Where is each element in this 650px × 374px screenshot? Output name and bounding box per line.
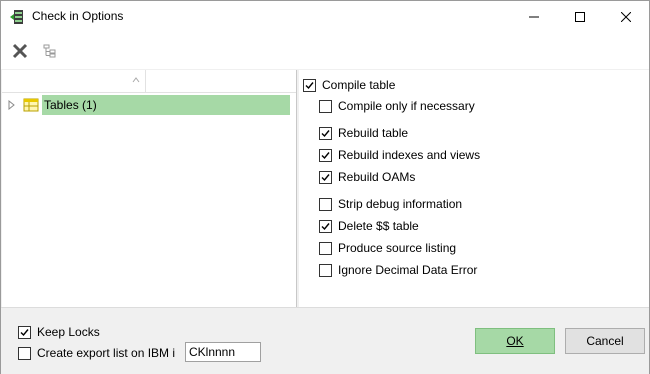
rebuild-table-checkbox[interactable] — [319, 126, 332, 140]
checkmark-icon — [321, 151, 330, 159]
compile-table-label: Compile table — [322, 78, 396, 92]
toolbar — [1, 33, 649, 69]
rebuild-table-label: Rebuild table — [338, 126, 409, 140]
rebuild-table-option[interactable]: Rebuild table — [319, 125, 408, 141]
checkmark-icon — [321, 222, 330, 230]
tree-item-tables[interactable]: Tables (1) — [2, 95, 296, 115]
produce-source-listing-checkbox[interactable] — [319, 241, 332, 255]
create-export-label: Create export list on IBM i — [37, 346, 176, 360]
checkmark-icon — [305, 81, 314, 89]
export-name-field[interactable]: CKlnnnn — [185, 342, 261, 362]
tree-structure-button[interactable] — [40, 41, 60, 61]
rebuild-oams-option[interactable]: Rebuild OAMs — [319, 169, 415, 185]
close-button[interactable] — [603, 1, 649, 33]
main-area: Tables (1) Compile table Compile only if… — [1, 69, 649, 308]
close-icon — [621, 12, 631, 22]
compile-table-checkbox[interactable] — [303, 78, 316, 92]
compile-only-label: Compile only if necessary — [338, 99, 475, 113]
minimize-button[interactable] — [511, 1, 557, 33]
checkmark-icon — [321, 173, 330, 181]
delete-ss-table-option[interactable]: Delete $$ table — [319, 218, 419, 234]
ignore-decimal-checkbox[interactable] — [319, 263, 332, 277]
produce-source-listing-label: Produce source listing — [338, 241, 457, 255]
window-title: Check in Options — [32, 9, 124, 23]
strip-debug-option[interactable]: Strip debug information — [319, 196, 462, 212]
create-export-option[interactable]: Create export list on IBM i — [18, 345, 175, 361]
tree-pane: Tables (1) — [2, 70, 297, 308]
delete-x-icon — [12, 43, 28, 59]
expand-arrow-icon[interactable] — [8, 100, 16, 110]
checkmark-icon — [20, 328, 29, 336]
title-bar: Check in Options — [1, 1, 649, 33]
app-icon — [9, 9, 25, 25]
sort-ascending-icon — [132, 77, 140, 83]
keep-locks-label: Keep Locks — [37, 325, 100, 339]
options-pane: Compile table Compile only if necessary … — [299, 70, 649, 308]
bottom-bar: Keep Locks Create export list on IBM i C… — [1, 307, 649, 374]
ok-button[interactable]: OK — [475, 328, 555, 354]
strip-debug-label: Strip debug information — [338, 197, 463, 211]
column-separator[interactable] — [145, 70, 146, 92]
ignore-decimal-option[interactable]: Ignore Decimal Data Error — [319, 262, 477, 278]
ignore-decimal-label: Ignore Decimal Data Error — [338, 263, 478, 277]
ok-button-label: OK — [506, 334, 524, 348]
rebuild-indexes-option[interactable]: Rebuild indexes and views — [319, 147, 480, 163]
create-export-checkbox[interactable] — [18, 346, 31, 360]
produce-source-listing-option[interactable]: Produce source listing — [319, 240, 456, 256]
keep-locks-checkbox[interactable] — [18, 325, 31, 339]
maximize-icon — [575, 12, 585, 22]
compile-table-option[interactable]: Compile table — [303, 77, 395, 93]
tree-column-header[interactable] — [2, 70, 296, 93]
compile-only-checkbox[interactable] — [319, 99, 332, 113]
cancel-button-label: Cancel — [586, 334, 624, 348]
rebuild-indexes-checkbox[interactable] — [319, 148, 332, 162]
rebuild-oams-checkbox[interactable] — [319, 170, 332, 184]
delete-ss-table-label: Delete $$ table — [338, 219, 419, 233]
rebuild-oams-label: Rebuild OAMs — [338, 170, 416, 184]
strip-debug-checkbox[interactable] — [319, 197, 332, 211]
compile-only-option[interactable]: Compile only if necessary — [319, 98, 475, 114]
delete-ss-table-checkbox[interactable] — [319, 219, 332, 233]
tree-item-label[interactable]: Tables (1) — [42, 95, 290, 115]
delete-button[interactable] — [10, 41, 30, 61]
tree-structure-icon — [43, 44, 56, 58]
table-icon — [23, 98, 39, 112]
maximize-button[interactable] — [557, 1, 603, 33]
minimize-icon — [529, 16, 539, 18]
keep-locks-option[interactable]: Keep Locks — [18, 324, 100, 340]
rebuild-indexes-label: Rebuild indexes and views — [338, 148, 481, 162]
cancel-button[interactable]: Cancel — [565, 328, 645, 354]
dialog-window: Check in Options Tables (1) Compile tabl… — [0, 0, 650, 374]
checkmark-icon — [321, 129, 330, 137]
